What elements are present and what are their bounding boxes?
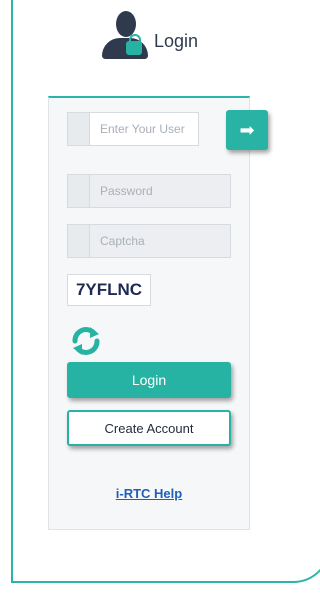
captcha-image: 7YFLNC <box>67 274 151 306</box>
login-header: Login <box>100 10 198 60</box>
go-button[interactable]: ➡ <box>226 110 268 150</box>
captcha-row <box>67 224 231 258</box>
login-button[interactable]: Login <box>67 362 231 398</box>
username-prefix <box>67 112 89 146</box>
username-row <box>67 112 199 146</box>
arrow-right-icon: ➡ <box>239 119 255 140</box>
help-link[interactable]: i-RTC Help <box>49 486 249 501</box>
page-title: Login <box>154 30 199 51</box>
login-panel: 7YFLNC Login Create Account i-RTC Help <box>48 96 250 530</box>
username-input[interactable] <box>89 112 199 146</box>
password-prefix <box>67 174 89 208</box>
captcha-prefix <box>67 224 89 258</box>
captcha-input[interactable] <box>89 224 231 258</box>
password-row <box>67 174 231 208</box>
user-lock-icon <box>100 11 148 59</box>
refresh-icon[interactable] <box>69 324 103 358</box>
create-account-button[interactable]: Create Account <box>67 410 231 446</box>
password-input[interactable] <box>89 174 231 208</box>
